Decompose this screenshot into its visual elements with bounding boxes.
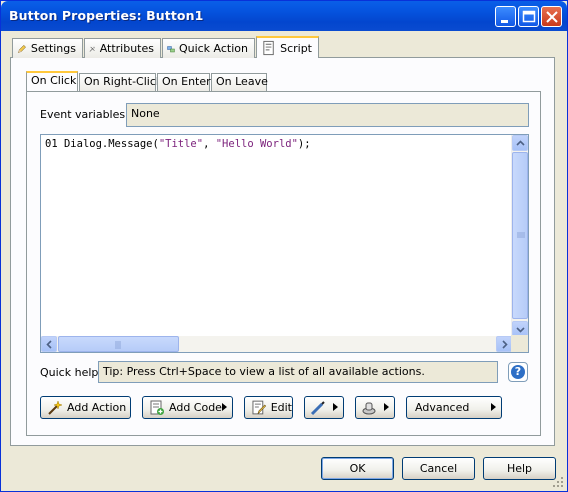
event-variables-label: Event variables: — [40, 108, 129, 121]
cancel-button[interactable]: Cancel — [402, 457, 475, 480]
pen-tool-icon — [310, 400, 325, 415]
chevron-left-icon — [46, 340, 52, 349]
script-editor[interactable]: 01 Dialog.Message("Title", "Hello World"… — [40, 134, 529, 353]
horizontal-scroll-thumb[interactable] — [58, 336, 179, 352]
quick-help-label: Quick help: — [40, 366, 103, 379]
code-end: ); — [297, 138, 311, 150]
close-button[interactable] — [541, 6, 562, 27]
dropdown-arrow-icon — [222, 403, 227, 411]
quick-action-icon — [167, 45, 175, 52]
line-number: 01 — [45, 138, 58, 150]
button-label: Advanced — [415, 401, 470, 414]
pencil-icon — [17, 44, 26, 53]
horizontal-scrollbar[interactable] — [41, 336, 512, 352]
button-label: Help — [506, 462, 533, 475]
title-bar[interactable]: Button Properties: Button1 — [1, 1, 567, 31]
dropdown-arrow-icon — [333, 403, 338, 411]
help-button[interactable]: Help — [483, 457, 556, 480]
tab-label: Settings — [30, 42, 76, 55]
help-icon: ? — [511, 365, 525, 379]
tab-attributes[interactable]: Attributes — [84, 38, 161, 58]
minimize-button[interactable] — [495, 6, 516, 27]
tab-script[interactable]: Script — [256, 36, 319, 58]
minimize-icon — [501, 20, 508, 23]
stamp-icon — [362, 402, 376, 414]
button-label: Add Action — [67, 401, 127, 414]
tab-settings[interactable]: Settings — [12, 38, 83, 58]
scroll-right-button[interactable] — [496, 336, 512, 352]
edit-icon — [252, 400, 267, 414]
button-label: Add Code — [169, 401, 222, 414]
event-variables-field: None — [126, 103, 529, 127]
tools-icon — [89, 46, 95, 52]
tab-quick-action[interactable]: Quick Action — [162, 38, 255, 58]
tab-label: Quick Action — [178, 42, 248, 55]
tools-menu-button[interactable] — [304, 396, 344, 419]
code-separator: , — [203, 138, 216, 150]
chevron-down-icon — [516, 327, 525, 333]
scroll-up-button[interactable] — [512, 135, 528, 151]
button-label: Edit — [270, 401, 292, 414]
add-code-icon — [150, 400, 164, 415]
dropdown-arrow-icon — [384, 403, 389, 411]
close-icon — [546, 11, 558, 23]
code-line[interactable]: 01 Dialog.Message("Title", "Hello World"… — [45, 138, 311, 150]
script-icon — [263, 40, 274, 56]
dropdown-arrow-icon — [491, 403, 496, 411]
grip-icon — [517, 232, 525, 238]
window-title: Button Properties: Button1 — [9, 8, 204, 23]
scroll-left-button[interactable] — [41, 336, 57, 352]
add-action-button[interactable]: Add Action — [40, 396, 131, 419]
button-label: Cancel — [419, 462, 458, 475]
code-string-message: "Hello World" — [215, 138, 298, 150]
chevron-right-icon — [502, 340, 508, 349]
ok-button[interactable]: OK — [321, 457, 394, 480]
vertical-scrollbar[interactable] — [511, 135, 528, 337]
subtab-on-click[interactable]: On Click — [26, 71, 78, 91]
tab-label: Script — [280, 41, 312, 55]
code-string-title: "Title" — [158, 138, 204, 150]
add-code-button[interactable]: Add Code — [142, 396, 233, 419]
tab-label: Attributes — [99, 42, 154, 55]
advanced-button[interactable]: Advanced — [406, 396, 502, 419]
resize-grip-icon[interactable] — [552, 476, 564, 488]
subtab-on-enter[interactable]: On Enter — [157, 73, 211, 91]
quick-help-button[interactable]: ? — [508, 362, 528, 382]
vertical-scroll-thumb[interactable] — [512, 152, 528, 319]
chevron-up-icon — [516, 140, 525, 146]
magic-wand-icon — [48, 399, 63, 415]
edit-button[interactable]: Edit — [244, 396, 293, 419]
clipboard-menu-button[interactable] — [355, 396, 395, 419]
subtab-on-leave[interactable]: On Leave — [211, 73, 268, 91]
scroll-corner — [511, 335, 528, 352]
code-call: Dialog.Message( — [63, 138, 159, 150]
maximize-icon — [522, 10, 536, 23]
grip-icon — [115, 341, 121, 349]
maximize-button[interactable] — [518, 6, 539, 27]
subtab-on-right-click[interactable]: On Right-Click — [79, 73, 162, 91]
button-label: OK — [349, 462, 366, 475]
quick-help-text: Tip: Press Ctrl+Space to view a list of … — [98, 361, 498, 383]
